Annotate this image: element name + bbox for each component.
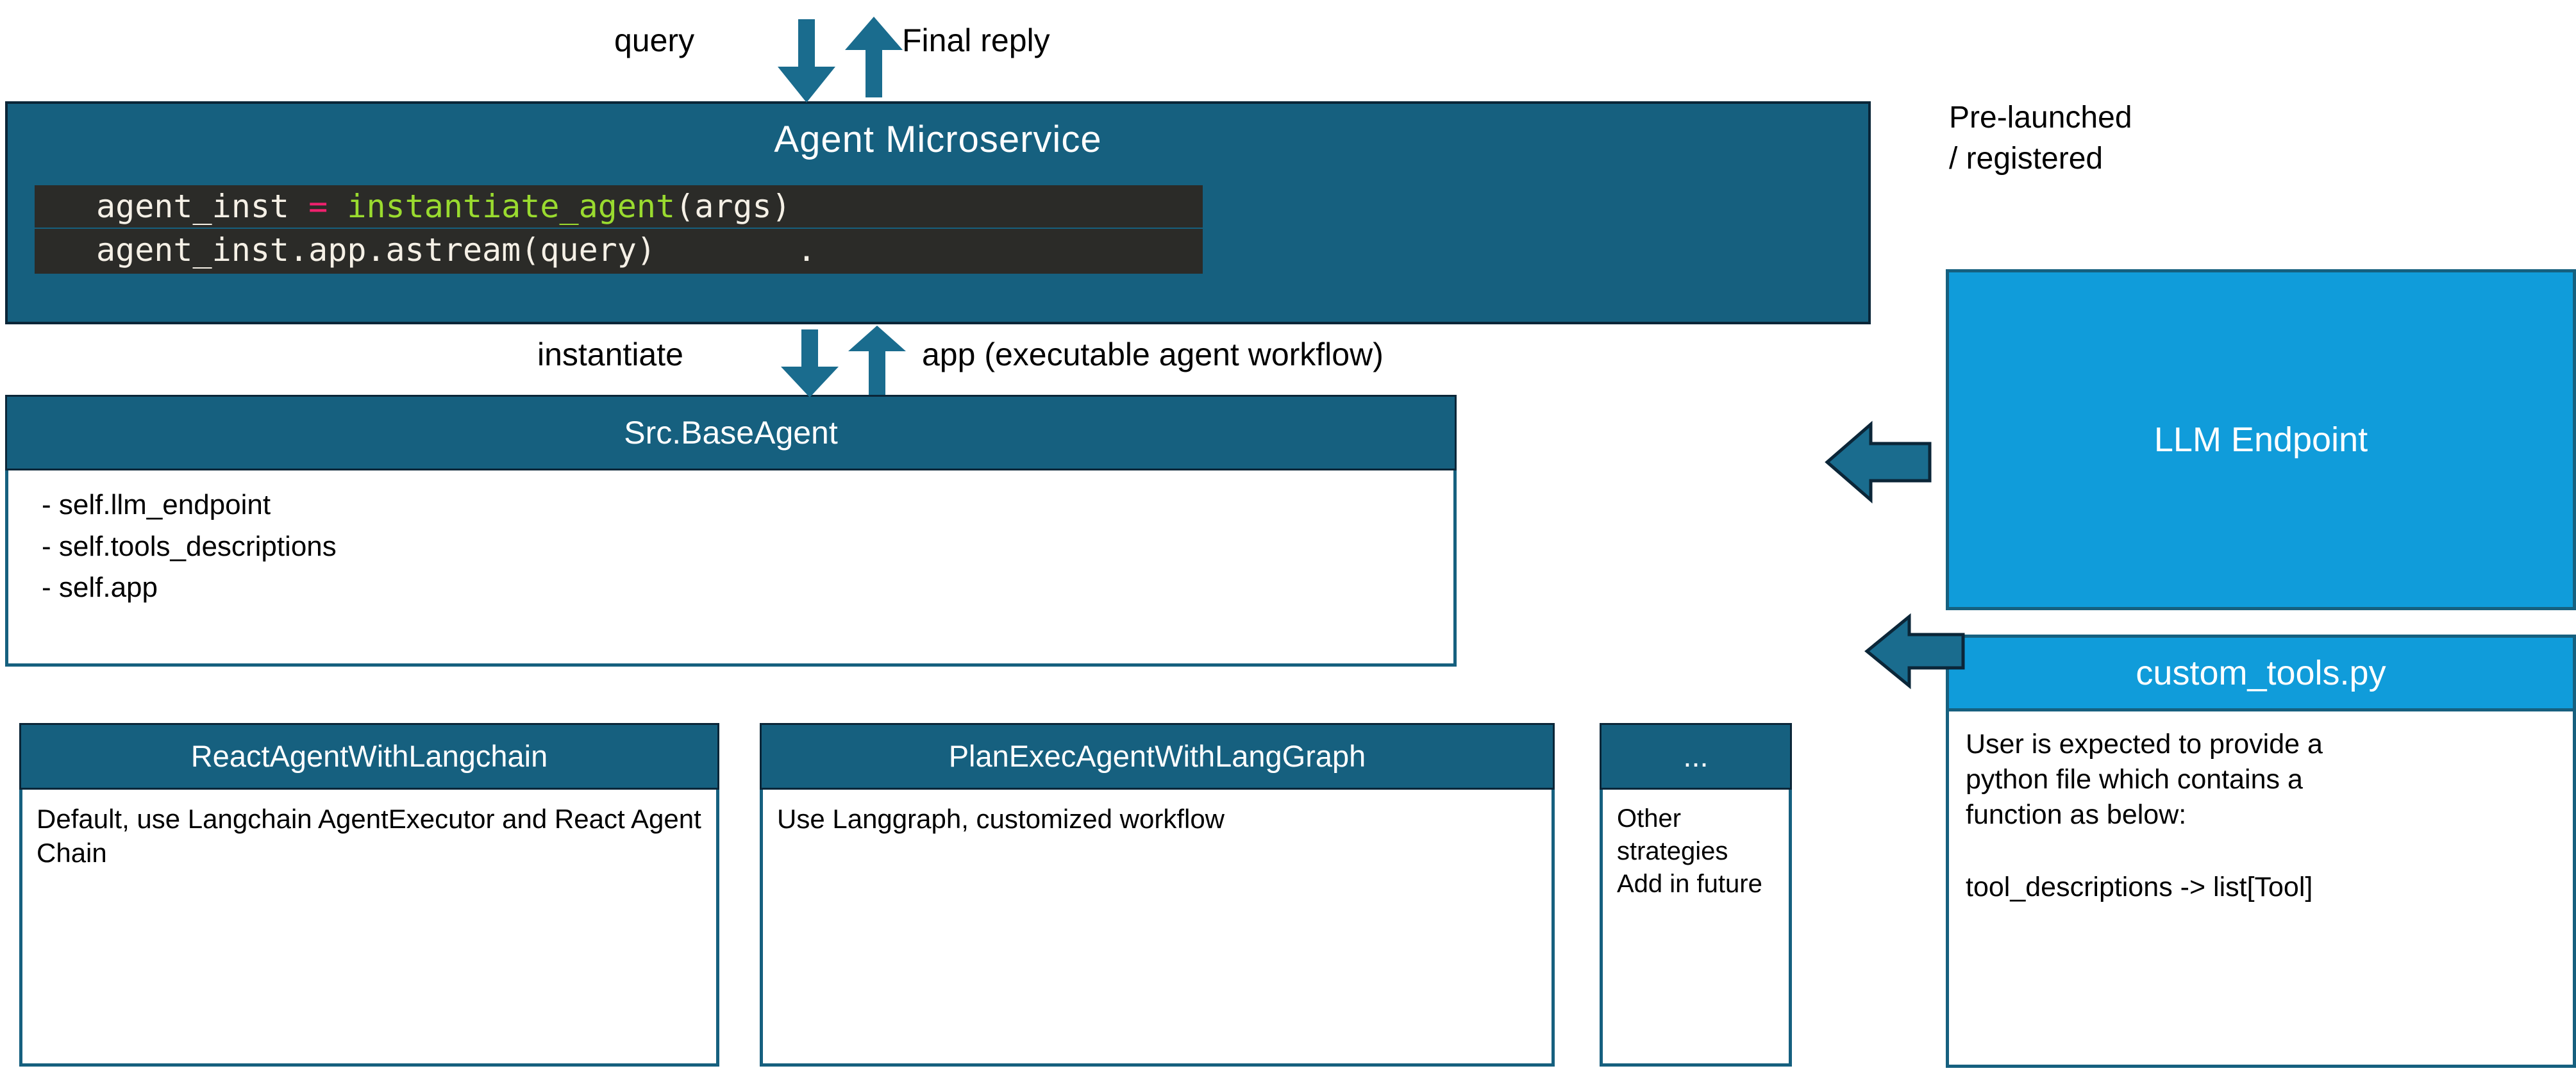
llm-endpoint-title: LLM Endpoint [2154,420,2368,459]
code-line-2: agent_inst.app.astream(query). [35,229,1203,274]
custom-tools-signature: tool_descriptions -> list[Tool] [1966,872,2313,903]
arrow-instantiate-down [781,329,839,397]
strategy-card-header-react: ReactAgentWithLangchain [19,723,719,790]
connector-label-final-reply: Final reply [902,22,1050,58]
custom-tools-header: custom_tools.py [1946,635,2576,711]
strategy-card-body-other: Other strategies Add in future [1600,790,1792,1067]
custom-tools-description-line-3: function as below: [1966,799,2187,831]
diagram-canvas: query Final reply instantiate app (execu… [0,0,2576,1089]
code-call-expression: agent_inst.app.astream(query) [96,231,656,269]
custom-tools-description-line-1: User is expected to provide a [1966,729,2323,760]
code-variable: agent_inst [96,188,309,225]
custom-tools-body: User is expected to provide a python fil… [1946,711,2576,1068]
connector-label-app: app (executable agent workflow) [922,337,1384,372]
code-arguments: (args) [675,188,791,225]
agent-microservice-box: Agent Microservice agent_inst = instanti… [5,101,1871,324]
base-agent-attribute: - self.app [42,572,158,604]
agent-microservice-title: Agent Microservice [774,119,1102,160]
base-agent-attribute: - self.tools_descriptions [42,530,337,562]
arrow-app-up [848,326,906,395]
code-trailing-dot: . [796,231,817,269]
ellipsis-icon: ... [1683,739,1709,774]
base-agent-title: Src.BaseAgent [624,414,838,451]
strategy-card-header-other: ... [1600,723,1792,790]
strategy-card-description: Use Langgraph, customized workflow [777,804,1225,834]
code-function-name: instantiate_agent [328,188,676,225]
strategy-card-header-planexec: PlanExecAgentWithLangGraph [760,723,1555,790]
strategy-card-description: Default, use Langchain AgentExecutor and… [37,804,701,868]
code-line-1: agent_inst = instantiate_agent(args) [35,185,1203,229]
llm-endpoint-box: LLM Endpoint [1946,269,2576,610]
prelaunched-note-line-2: / registered [1949,142,2103,176]
arrow-llm-endpoint-to-base-agent [1825,420,1932,504]
strategy-card-description: Other strategies Add in future [1617,804,1762,899]
strategy-card-title: ReactAgentWithLangchain [190,739,548,774]
arrow-final-reply-up [845,17,903,97]
connector-label-query: query [614,22,695,58]
custom-tools-title: custom_tools.py [2136,654,2386,692]
strategy-card-title: PlanExecAgentWithLangGraph [948,739,1366,774]
prelaunched-note-line-1: Pre-launched [1949,101,2132,135]
base-agent-attribute: - self.llm_endpoint [42,489,271,520]
connector-label-instantiate: instantiate [537,337,683,372]
base-agent-header: Src.BaseAgent [5,395,1457,470]
base-agent-body: - self.llm_endpoint - self.tools_descrip… [5,470,1457,667]
prelaunched-note: Pre-launched / registered [1949,97,2526,180]
code-block: agent_inst = instantiate_agent(args) age… [35,185,1203,274]
arrow-query-down [778,19,835,103]
strategy-card-body-react: Default, use Langchain AgentExecutor and… [19,790,719,1067]
code-operator: = [308,188,328,225]
custom-tools-description-line-2: python file which contains a [1966,764,2303,795]
strategy-card-body-planexec: Use Langgraph, customized workflow [760,790,1555,1067]
